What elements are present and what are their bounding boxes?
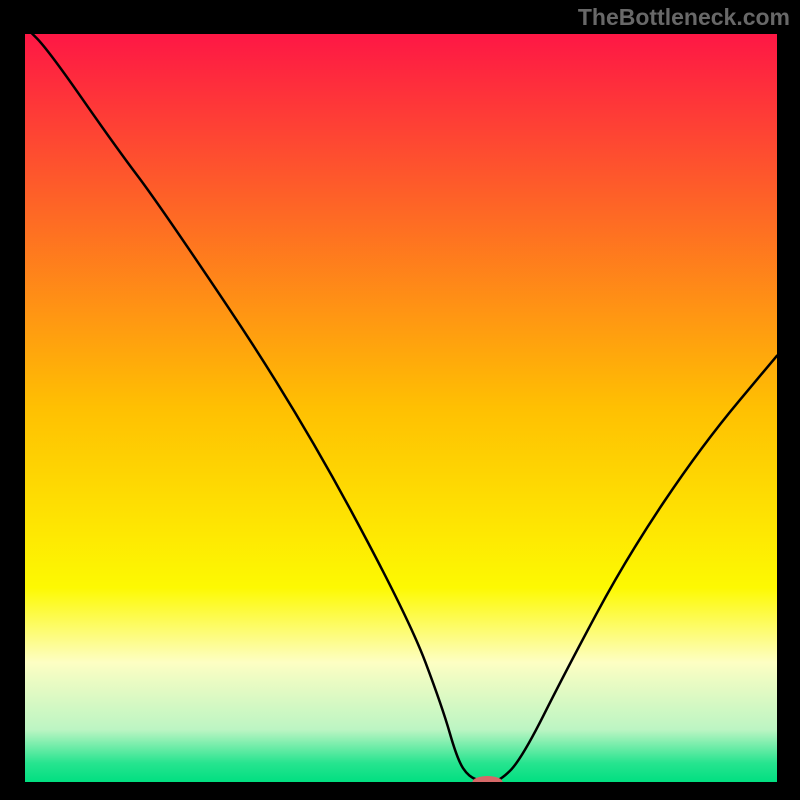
mask-bottom xyxy=(0,782,800,800)
mask-left xyxy=(0,0,25,800)
mask-right xyxy=(777,0,800,800)
watermark-text: TheBottleneck.com xyxy=(578,4,790,31)
chart-frame: TheBottleneck.com xyxy=(0,0,800,800)
plot-background xyxy=(25,34,777,782)
bottleneck-chart xyxy=(0,0,800,800)
